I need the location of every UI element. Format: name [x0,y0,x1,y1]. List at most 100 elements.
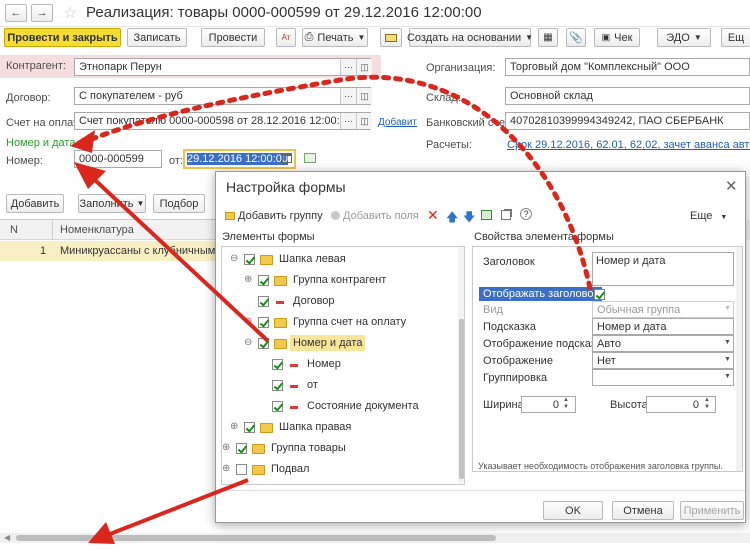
table-select-button[interactable]: Подбор [153,194,205,213]
tree-row-header-left[interactable]: ⊖ Шапка левая [222,251,458,269]
collapse-icon[interactable]: ⊖ [244,337,252,348]
tree-checkbox[interactable] [258,317,269,328]
height-spinner-icon[interactable]: ▲ ▼ [704,397,710,411]
tree-row-doc-state[interactable]: Состояние документа [222,398,458,416]
prop-title-field[interactable]: Номер и дата [592,252,734,286]
folder-icon [274,318,287,328]
prop-hint-display-field[interactable]: Авто [592,335,734,352]
bank-field[interactable]: 40702810399994349242, ПАО СБЕРБАНК [505,112,750,130]
width-spinner-icon[interactable]: ▲ ▼ [563,397,569,411]
mail-button[interactable] [380,28,402,47]
create-based-label: Создать на основании [406,31,522,44]
number-field[interactable]: 0000-000599 [74,150,162,168]
more-menu[interactable]: Еще ▼ [690,210,727,222]
prop-hint-field[interactable]: Номер и дата [592,318,734,335]
tree-scroll-thumb[interactable] [459,319,464,479]
settlements-link[interactable]: Срок 29.12.2016, 62.01, 62.02, зачет ава… [507,139,750,151]
invoice-link-icon[interactable]: ◫ [356,113,372,129]
table-add-button[interactable]: Добавить [6,194,64,213]
tree-row-contract[interactable]: Договор [222,293,458,311]
show-title-checkbox[interactable] [594,289,605,300]
tree-checkbox[interactable] [236,443,247,454]
edo-button[interactable]: ЭДО ▼ [657,28,711,47]
dt-kt-button[interactable]: Ат [276,28,296,47]
help-icon[interactable]: ? [520,208,532,220]
contract-open-icon[interactable]: ⋯ [340,88,356,104]
calendar-icon[interactable] [282,153,292,163]
scroll-left-icon[interactable]: ◀ [4,533,10,542]
contract-field[interactable]: С покупателем - руб [74,87,371,105]
prop-display-field[interactable]: Нет [592,352,734,369]
structure-button[interactable]: ▦ [538,28,558,47]
attach-button[interactable]: 📎 [566,28,586,47]
favorite-star-icon[interactable]: ☆ [63,3,77,23]
more-button[interactable]: Ещ [721,28,750,47]
warehouse-field[interactable]: Основной склад [505,87,750,105]
ok-button[interactable]: OK [543,501,603,520]
tree-checkbox[interactable] [272,380,283,391]
expand-icon[interactable]: ⊕ [244,274,252,285]
invoice-open-icon[interactable]: ⋯ [340,113,356,129]
collapse-icon[interactable]: ⊖ [230,253,238,264]
tree-row-group-invoice[interactable]: ⊕ Группа счет на оплату [222,314,458,332]
tree-scrollbar[interactable] [458,247,464,484]
tree-checkbox[interactable] [258,296,269,307]
counterparty-field[interactable]: Этнопарк Перун [74,58,371,76]
chevron-down-icon[interactable]: ▼ [724,339,731,346]
status-icon[interactable] [304,153,316,163]
delete-icon[interactable]: ✕ [427,207,439,224]
tree-panel: ⊖ Шапка левая ⊕ Группа контрагент Догово… [221,246,465,485]
expand-icon[interactable]: ⊕ [222,442,230,453]
table-fill-button[interactable]: Заполнить ▼ [78,194,146,213]
tree-row-group-goods[interactable]: ⊕ Группа товары [222,440,458,458]
horizontal-scrollbar[interactable]: ◀ [0,533,750,543]
chevron-down-icon[interactable]: ▼ [724,373,731,380]
scroll-thumb[interactable] [16,535,496,541]
back-button[interactable]: ← [5,4,27,22]
prop-view-label: Вид [483,304,503,316]
tree-row-date[interactable]: от [222,377,458,395]
close-icon[interactable]: ✕ [725,177,738,195]
date-field[interactable]: 29.12.2016 12:00:00 [183,149,296,169]
tree-row-number[interactable]: Номер [222,356,458,374]
tree-checkbox[interactable] [272,401,283,412]
tree-row-header-right[interactable]: ⊕ Шапка правая [222,419,458,437]
copy-icon[interactable] [501,210,511,220]
receipt-button[interactable]: ▣ Чек [594,28,640,47]
add-group-button[interactable]: Добавить группу [225,210,323,222]
apply-button[interactable]: Применить [680,501,744,520]
chevron-down-icon[interactable]: ▼ [724,356,731,363]
post-and-close-button[interactable]: Провести и закрыть [4,28,121,47]
tree-checkbox[interactable] [258,275,269,286]
expand-icon[interactable]: ⊕ [222,463,230,474]
print-button[interactable]: ⎙ Печать ▼ [302,28,368,47]
add-fields-button[interactable]: Добавить поля [331,210,419,222]
post-button[interactable]: Провести [201,28,265,47]
expand-icon[interactable]: ⊕ [230,421,238,432]
tree-row-group-counterparty[interactable]: ⊕ Группа контрагент [222,272,458,290]
tree-checkbox[interactable] [258,338,269,349]
counterparty-link-icon[interactable]: ◫ [356,59,372,75]
create-based-on-button[interactable]: Создать на основании ▼ [406,28,533,47]
contract-link-icon[interactable]: ◫ [356,88,372,104]
tree-checkbox[interactable] [244,422,255,433]
invoice-field[interactable]: Счет покупателю 0000-000598 от 28.12.201… [74,112,371,130]
prop-grouping-field[interactable] [592,369,734,386]
counterparty-open-icon[interactable]: ⋯ [340,59,356,75]
cancel-button[interactable]: Отмена [612,501,674,520]
move-down-icon[interactable]: 🡇 [463,208,475,229]
move-up-icon[interactable]: 🡅 [446,208,458,229]
tree-checkbox[interactable] [244,254,255,265]
prop-display-label: Отображение [483,355,553,367]
org-field[interactable]: Торговый дом "Комплексный" ООО [505,58,750,76]
save-button[interactable]: Записать [127,28,187,47]
expand-icon[interactable]: ⊕ [244,316,252,327]
tree-row-footer[interactable]: ⊕ Подвал [222,461,458,479]
tree-checkbox[interactable] [272,359,283,370]
tree-checkbox[interactable] [236,464,247,475]
props-scrollbar[interactable] [736,247,742,471]
tree-row-number-date[interactable]: ⊖ Номер и дата [222,335,458,353]
invoice-add-link[interactable]: Добавит [378,117,417,128]
forward-button[interactable]: → [31,4,53,22]
check-all-icon[interactable] [481,210,492,220]
